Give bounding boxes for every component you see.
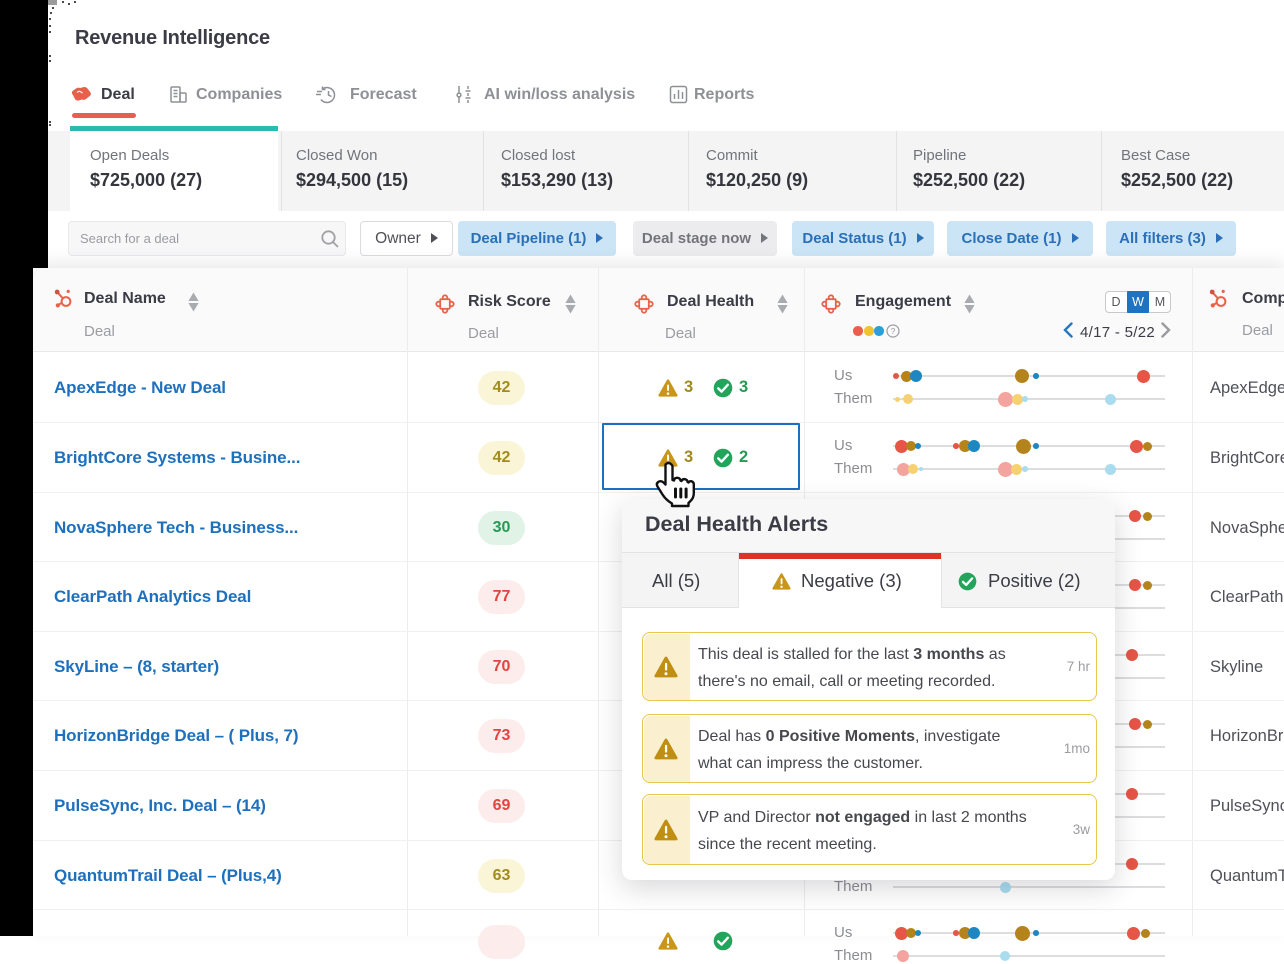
svg-text:?: ? bbox=[891, 326, 896, 336]
